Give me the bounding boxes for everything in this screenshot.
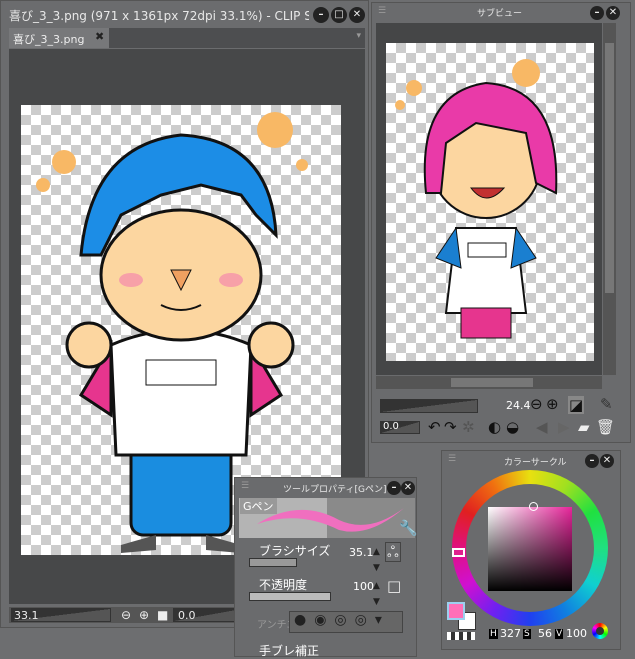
stepper-icon[interactable]: ▲ ▼ xyxy=(373,544,380,576)
brush-size-slider[interactable] xyxy=(249,558,297,567)
brush-size-label: ブラシサイズ xyxy=(259,544,331,558)
opacity-value[interactable]: 100 xyxy=(353,580,374,593)
tab-menu-icon[interactable]: ▾ xyxy=(356,31,361,41)
flip-vertical-icon[interactable]: ◒ xyxy=(506,419,519,435)
zoom-in-icon[interactable]: ⊕ xyxy=(546,396,559,412)
minimize-icon[interactable]: – xyxy=(590,6,604,20)
opacity-label: 不透明度 xyxy=(259,578,308,592)
brush-stroke xyxy=(257,508,404,532)
color-circle-title: カラーサークル xyxy=(504,458,567,468)
zoom-in-icon[interactable]: ⊕ xyxy=(139,607,149,623)
girl-illustration xyxy=(395,59,558,339)
stabilization-label: 手ブレ補正 xyxy=(259,644,320,658)
s-value: 56 xyxy=(538,627,552,640)
tool-property-panel: ☰ ツールプロパティ[Gペン] – ✕ Gペン 🔧 ブラシサイズ 35.1 ▲ ▼… xyxy=(234,477,418,658)
v-label: V xyxy=(555,629,564,639)
zoom-value: 33.1 xyxy=(14,609,39,622)
close-icon[interactable]: ✕ xyxy=(600,454,614,468)
rotate-left-icon[interactable]: ↶ xyxy=(428,419,441,435)
next-icon[interactable]: ▶ xyxy=(558,419,570,435)
rotation-value: 0.0 xyxy=(178,609,196,622)
close-tab-icon[interactable]: ✖ xyxy=(95,30,104,43)
v-value: 100 xyxy=(566,627,587,640)
h-value: 327 xyxy=(500,627,521,640)
close-icon[interactable]: ✕ xyxy=(606,6,620,20)
horizontal-scrollbar[interactable] xyxy=(376,376,602,389)
tab-bar: 喜び_3_3.png ✖ ▾ xyxy=(9,28,365,48)
brush-size-preset-icon[interactable]: ஃ xyxy=(385,542,401,562)
subview-title: サブビュー xyxy=(477,9,523,19)
close-icon[interactable]: ✕ xyxy=(401,481,415,495)
color-mode-icon[interactable] xyxy=(592,623,608,639)
prev-icon[interactable]: ◀ xyxy=(536,419,548,435)
flip-horizontal-icon[interactable]: ◐ xyxy=(488,419,501,435)
opacity-slider[interactable] xyxy=(249,592,331,601)
reference-image xyxy=(386,43,594,361)
fit-icon[interactable]: ■ xyxy=(157,607,168,623)
subview-zoom-value: 24.4 xyxy=(506,399,531,412)
minimize-button[interactable]: – xyxy=(313,7,329,23)
panel-menu-icon[interactable]: ☰ xyxy=(241,481,249,491)
saturation-value-square[interactable] xyxy=(488,507,572,591)
vertical-scrollbar[interactable] xyxy=(603,23,616,375)
rotation-slider[interactable]: 0.0 xyxy=(173,608,243,622)
fit-view-icon[interactable]: ◪ xyxy=(568,396,585,414)
opacity-toggle-icon[interactable]: □ xyxy=(387,578,401,594)
subview-area[interactable] xyxy=(376,23,602,375)
zoom-out-icon[interactable]: ⊖ xyxy=(121,607,131,623)
tab-label: 喜び_3_3.png xyxy=(13,33,85,46)
panel-menu-icon[interactable]: ☰ xyxy=(378,6,386,16)
minimize-icon[interactable]: – xyxy=(585,454,599,468)
document-tab[interactable]: 喜び_3_3.png ✖ xyxy=(9,28,109,48)
trash-icon[interactable]: 🗑 xyxy=(596,419,615,435)
subview-rotation-value: 0.0 xyxy=(383,421,399,432)
stepper-icon[interactable]: ▲ ▼ xyxy=(373,578,380,610)
brush-preview: Gペン 🔧 xyxy=(239,498,418,538)
transparent-color-swatch[interactable] xyxy=(447,632,475,640)
antialias-selector[interactable]: ●◉◎◎▾ xyxy=(289,611,403,633)
brush-size-value[interactable]: 35.1 xyxy=(349,546,374,559)
folder-icon[interactable]: ▰ xyxy=(578,419,590,435)
subview-panel: ☰ サブビュー – ✕ 24.4 ⊖ ⊕ ◪ ✎ 0.0 ↶ ↷ ✲ ◐ ◒ ◀… xyxy=(371,2,631,443)
s-label: S xyxy=(523,629,531,639)
minimize-icon[interactable]: – xyxy=(387,481,401,495)
panel-menu-icon[interactable]: ☰ xyxy=(448,454,456,464)
hue-marker[interactable] xyxy=(452,548,465,557)
eyedropper-icon[interactable]: ✎ xyxy=(600,396,613,412)
main-color-swatch[interactable] xyxy=(447,602,465,620)
window-title: 喜び_3_3.png (971 x 1361px 72dpi 33.1%) - … xyxy=(9,9,309,23)
wrench-icon[interactable]: 🔧 xyxy=(399,520,418,536)
rotate-right-icon[interactable]: ↷ xyxy=(444,419,457,435)
color-circle-panel: ☰ カラーサークル – ✕ H 327 S 56 V 100 xyxy=(441,450,621,650)
close-button[interactable]: ✕ xyxy=(349,7,365,23)
h-label: H xyxy=(489,629,498,639)
zoom-out-icon[interactable]: ⊖ xyxy=(530,396,543,412)
subview-rotation-slider[interactable]: 0.0 xyxy=(380,421,420,434)
maximize-button[interactable]: □ xyxy=(331,7,347,23)
zoom-slider[interactable]: 33.1 xyxy=(11,608,111,622)
sv-marker[interactable] xyxy=(529,502,538,511)
tool-property-title: ツールプロパティ[Gペン] xyxy=(283,485,387,495)
subview-zoom-slider[interactable] xyxy=(380,399,478,413)
reset-rotation-icon[interactable]: ✲ xyxy=(462,419,475,435)
